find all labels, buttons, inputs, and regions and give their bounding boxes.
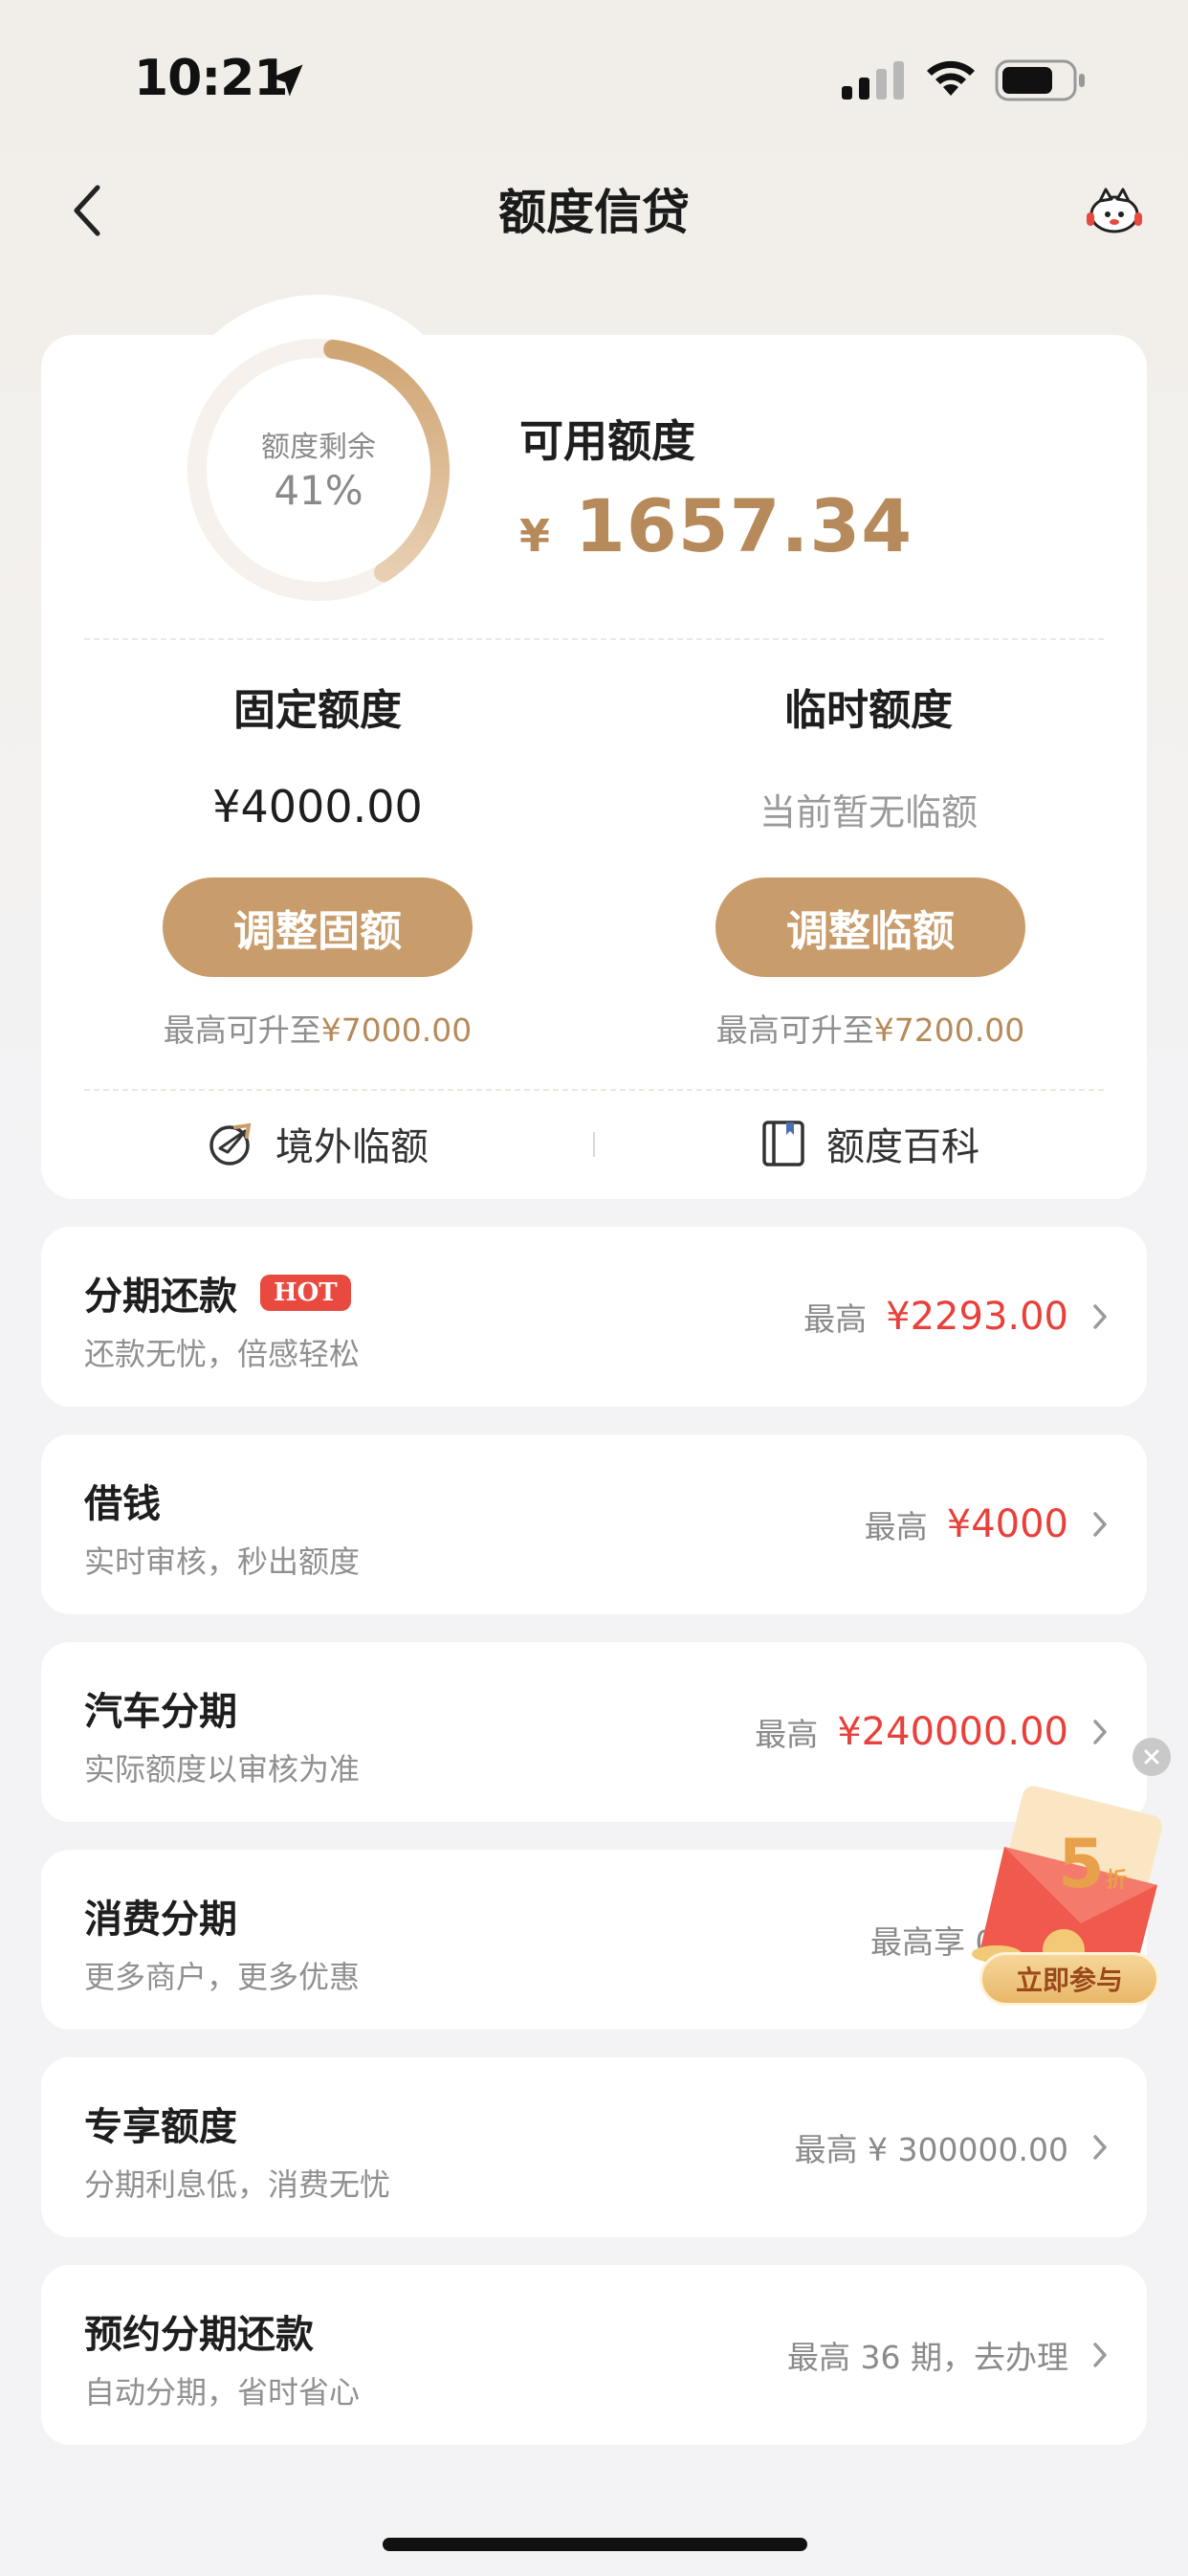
- book-icon: [761, 1120, 805, 1167]
- list-title: 借钱: [84, 1482, 161, 1526]
- list-subtitle: 更多商户，更多优惠: [84, 1959, 361, 1995]
- list-prefix: 最高: [803, 1300, 868, 1338]
- promo-discount-unit: 折: [1106, 1869, 1127, 1893]
- mascot-icon: [1087, 188, 1142, 233]
- list-subtitle: 分期利息低，消费无忧: [84, 2166, 391, 2203]
- overseas-credit-link[interactable]: 境外临额: [207, 1110, 429, 1177]
- chevron-right-icon: [1091, 1302, 1109, 1331]
- list-title-text: 分期还款: [84, 1275, 237, 1319]
- list-title: 专享额度: [84, 2105, 237, 2149]
- temp-credit-value: 当前暂无临额: [759, 791, 978, 833]
- list-amount: ¥4000: [946, 1502, 1068, 1546]
- fixed-credit-value: ¥4000.00: [212, 781, 423, 833]
- ring-label: 额度剩余: [261, 431, 376, 464]
- available-credit-label: 可用额度: [519, 415, 695, 467]
- location-arrow-icon: [271, 64, 303, 97]
- chevron-right-icon: [1091, 2341, 1109, 2369]
- installment-repay-card[interactable]: 分期还款 HOT 还款无忧，倍感轻松 最高 ¥2293.00: [41, 1227, 1147, 1407]
- plane-globe-icon: [207, 1120, 254, 1167]
- credit-wiki-link[interactable]: 额度百科: [761, 1110, 979, 1177]
- temp-max-text: 最高可升至¥7200.00: [650, 1005, 1090, 1051]
- list-amount: ¥240000.00: [837, 1710, 1068, 1754]
- promo-join-button[interactable]: 立即参与: [979, 1952, 1159, 2006]
- list-title: 预约分期还款: [84, 2313, 314, 2357]
- currency-symbol: ¥: [519, 510, 551, 562]
- list-right: 最高 ¥4000: [865, 1434, 1109, 1614]
- nav-bar: 额度信贷: [0, 163, 1188, 258]
- list-title: 分期还款 HOT: [84, 1265, 351, 1321]
- list-prefix: 最高: [755, 1716, 819, 1753]
- fixed-max-text: 最高可升至¥7000.00: [98, 1005, 538, 1051]
- list-subtitle: 实际额度以审核为准: [84, 1751, 361, 1788]
- borrow-money-card[interactable]: 借钱 实时审核，秒出额度 最高 ¥4000: [41, 1434, 1147, 1614]
- adjust-temp-button[interactable]: 调整临额: [715, 877, 1025, 977]
- fixed-credit-title: 固定额度: [233, 686, 402, 735]
- customer-service-button[interactable]: [1081, 180, 1148, 241]
- list-right: 最高 36 期，去办理: [787, 2265, 1109, 2445]
- list-text: 最高 36 期，去办理: [787, 2339, 1068, 2376]
- home-indicator: [383, 2538, 807, 2551]
- close-icon: [1144, 1749, 1159, 1765]
- list-subtitle: 自动分期，省时省心: [84, 2374, 361, 2410]
- chevron-right-icon: [1091, 1510, 1109, 1539]
- exclusive-credit-card[interactable]: 专享额度 分期利息低，消费无忧 最高 ¥ 300000.00: [41, 2057, 1147, 2237]
- status-bar: 10:21: [0, 0, 1188, 153]
- list-subtitle: 还款无忧，倍感轻松: [84, 1336, 361, 1372]
- scheduled-installment-card[interactable]: 预约分期还款 自动分期，省时省心 最高 36 期，去办理: [41, 2265, 1147, 2445]
- wifi-icon: [927, 60, 975, 96]
- list-right: 最高 ¥2293.00: [803, 1227, 1109, 1407]
- credit-wiki-label: 额度百科: [826, 1125, 979, 1169]
- list-amount: ¥2293.00: [886, 1295, 1068, 1339]
- list-prefix: 最高: [864, 1508, 928, 1545]
- fixed-max-prefix: 最高可升至: [163, 1011, 321, 1049]
- available-credit-amount: ¥ 1657.34: [519, 483, 913, 568]
- adjust-fixed-button[interactable]: 调整固额: [163, 877, 473, 977]
- list-title: 汽车分期: [84, 1690, 237, 1734]
- ring-percent: 41%: [274, 467, 363, 514]
- divider: [84, 638, 1104, 640]
- promo-discount: 5: [1058, 1825, 1105, 1903]
- list-text: 最高 ¥ 300000.00: [794, 2131, 1068, 2168]
- hot-badge: HOT: [260, 1275, 351, 1311]
- temp-credit-title: 临时额度: [784, 686, 953, 735]
- chevron-right-icon: [1091, 1718, 1109, 1746]
- link-divider: [593, 1132, 595, 1157]
- list-title: 消费分期: [84, 1898, 237, 1942]
- battery-icon: [995, 59, 1085, 101]
- available-amount-value: 1657.34: [575, 483, 913, 568]
- divider: [84, 1089, 1104, 1091]
- list-right: 最高 ¥ 300000.00: [795, 2057, 1109, 2237]
- page-title: 额度信贷: [498, 185, 690, 240]
- chevron-right-icon: [1091, 2133, 1109, 2162]
- fixed-max-value: ¥7000.00: [320, 1011, 473, 1049]
- promo-close-button[interactable]: [1133, 1738, 1171, 1776]
- temp-max-prefix: 最高可升至: [715, 1011, 874, 1049]
- list-subtitle: 实时审核，秒出额度: [84, 1543, 361, 1580]
- temp-max-value: ¥7200.00: [873, 1011, 1025, 1049]
- status-time: 10:21: [134, 50, 289, 107]
- cellular-signal-icon: [842, 61, 904, 100]
- overseas-credit-label: 境外临额: [275, 1125, 429, 1169]
